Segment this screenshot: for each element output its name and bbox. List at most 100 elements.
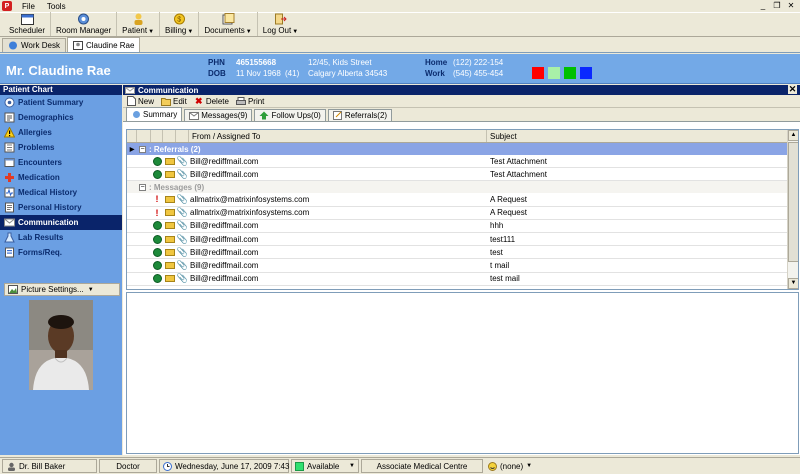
allergy-warning-icon: [4, 127, 15, 138]
group-row[interactable]: −: Messages (9): [127, 181, 798, 194]
tab-work-desk[interactable]: Work Desk: [2, 38, 66, 52]
table-row[interactable]: 📎 Bill@rediffmail.com Test Attachment: [127, 155, 798, 169]
status-user[interactable]: Dr. Bill Baker: [2, 459, 97, 473]
table-row[interactable]: 📎 Bill@rediffmail.com test mail: [127, 273, 798, 286]
row-from: allmatrix@matrixinfosystems.com: [190, 194, 310, 204]
sidebar-item-personal-history[interactable]: Personal History: [0, 200, 122, 215]
tab-summary[interactable]: Summary: [126, 107, 183, 121]
row-indicator-icon: ▶: [129, 146, 135, 153]
urgent-icon: !: [155, 194, 159, 205]
tab-follow-ups[interactable]: Follow Ups(0): [254, 109, 326, 121]
dob-label: DOB: [208, 69, 226, 78]
window-controls: _ ❐ ✕: [756, 0, 798, 11]
work-desk-icon: [8, 41, 18, 50]
alert-swatch-blue[interactable]: [580, 67, 592, 79]
tab-referrals[interactable]: Referrals(2): [327, 109, 393, 121]
scheduler-button[interactable]: Scheduler: [4, 12, 52, 36]
group-row[interactable]: ▶ −: Referrals (2): [127, 143, 798, 155]
patient-button[interactable]: Patient▼: [117, 12, 161, 36]
grid-scrollbar[interactable]: ▲ ▼: [787, 130, 798, 289]
table-row[interactable]: 📎 Bill@rediffmail.com t mail: [127, 259, 798, 273]
medication-icon: [4, 172, 15, 183]
sidebar-item-demographics[interactable]: Demographics: [0, 110, 122, 125]
picture-settings-button[interactable]: Picture Settings... ▼: [4, 283, 120, 296]
print-button[interactable]: Print: [235, 96, 264, 106]
close-window-icon[interactable]: ✕: [784, 0, 798, 11]
table-row[interactable]: 📎 Bill@rediffmail.com test111: [127, 233, 798, 247]
availability-indicator: [295, 461, 304, 471]
sidebar-item-forms-req[interactable]: Forms/Req.: [0, 245, 122, 260]
printer-icon: [235, 96, 246, 106]
alert-swatch-red[interactable]: [532, 67, 544, 79]
summary-icon: [4, 97, 15, 108]
table-row[interactable]: ! 📎 allmatrix@matrixinfosystems.com A Reque…: [127, 193, 798, 207]
collapse-icon[interactable]: −: [139, 183, 146, 191]
row-from: allmatrix@matrixinfosystems.com: [190, 208, 310, 218]
envelope-icon: [164, 157, 175, 165]
documents-button[interactable]: Documents▼: [199, 12, 258, 36]
row-from: Bill@rediffmail.com: [190, 274, 259, 284]
sidebar-item-label: Communication: [18, 218, 79, 227]
tab-messages[interactable]: Messages(9): [184, 109, 253, 121]
close-panel-icon[interactable]: ✕: [788, 85, 797, 94]
billing-button[interactable]: $ Billing▼: [160, 12, 200, 36]
delete-icon: ✖: [195, 95, 203, 106]
demographics-icon: [4, 112, 15, 123]
user-icon: [6, 462, 16, 471]
table-row[interactable]: ! 📎 allmatrix@matrixinfosystems.com A Reque…: [127, 207, 798, 220]
minimize-icon[interactable]: _: [756, 0, 770, 11]
scroll-thumb[interactable]: [788, 142, 798, 262]
collapse-icon[interactable]: −: [139, 145, 146, 153]
message-preview-pane[interactable]: [126, 292, 799, 454]
envelope-icon: [164, 195, 175, 203]
delete-button[interactable]: ✖ Delete: [194, 96, 229, 106]
referral-icon: [332, 111, 343, 120]
action-bar: New Edit ✖ Delete Print: [123, 95, 800, 108]
age-value: (41): [285, 69, 300, 78]
patient-header: Mr. Claudine Rae PHN 465155668 DOB 11 No…: [0, 54, 800, 84]
attachment-icon: 📎: [176, 207, 189, 218]
sidebar-item-allergies[interactable]: Allergies: [0, 125, 122, 140]
logout-button[interactable]: Log Out▼: [258, 12, 303, 36]
chevron-down-icon: ▼: [292, 29, 299, 35]
menu-tools[interactable]: Tools: [41, 2, 72, 11]
sidebar-item-encounters[interactable]: Encounters: [0, 155, 122, 170]
status-location[interactable]: Associate Medical Centre: [361, 459, 483, 473]
main-toolbar: Scheduler Room Manager Patient▼ $ Billin…: [0, 12, 800, 37]
sidebar-item-communication[interactable]: Communication: [0, 215, 122, 230]
sidebar-item-patient-summary[interactable]: Patient Summary: [0, 95, 122, 110]
restore-icon[interactable]: ❐: [770, 0, 784, 11]
alert-swatch-light-green[interactable]: [548, 67, 560, 79]
table-row[interactable]: 📎 Bill@rediffmail.com hhh: [127, 220, 798, 233]
phn-value: 465155668: [236, 58, 277, 67]
room-manager-button[interactable]: Room Manager: [51, 12, 118, 36]
alert-swatch-green[interactable]: [564, 67, 576, 79]
edit-button[interactable]: Edit: [161, 96, 187, 106]
tab-patient-record[interactable]: Claudine Rae: [66, 37, 141, 52]
sidebar-item-medical-history[interactable]: Medical History: [0, 185, 122, 200]
menu-file[interactable]: File: [16, 2, 41, 11]
sidebar-item-medication[interactable]: Medication: [0, 170, 122, 185]
row-subject: t mail: [490, 260, 510, 270]
scroll-up-icon[interactable]: ▲: [788, 130, 798, 141]
row-subject: test: [490, 247, 503, 257]
sidebar-item-problems[interactable]: Problems: [0, 140, 122, 155]
column-subject[interactable]: Subject: [487, 130, 789, 142]
summary-tab-icon: [131, 110, 141, 119]
attachment-icon: 📎: [176, 233, 189, 244]
availability-dropdown[interactable]: Available ▼: [291, 459, 359, 473]
mood-dropdown[interactable]: (none) ▼: [485, 459, 532, 473]
new-button[interactable]: New: [126, 96, 154, 106]
address-line2: Calgary Alberta 34543: [308, 69, 388, 78]
table-row[interactable]: 📎 Bill@rediffmail.com test: [127, 246, 798, 260]
table-row[interactable]: 📎 Bill@rediffmail.com Test Attachment: [127, 168, 798, 182]
row-from: Bill@rediffmail.com: [190, 247, 259, 257]
patient-record-icon: [72, 40, 83, 50]
row-from: Bill@rediffmail.com: [190, 156, 259, 166]
scroll-down-icon[interactable]: ▼: [788, 278, 798, 289]
attachment-icon: 📎: [176, 273, 189, 284]
sidebar-item-lab-results[interactable]: Lab Results: [0, 230, 122, 245]
column-from[interactable]: From / Assigned To: [189, 130, 487, 142]
sidebar-item-label: Personal History: [18, 203, 82, 212]
status-bar: Dr. Bill Baker Doctor Wednesday, June 17…: [0, 457, 800, 474]
